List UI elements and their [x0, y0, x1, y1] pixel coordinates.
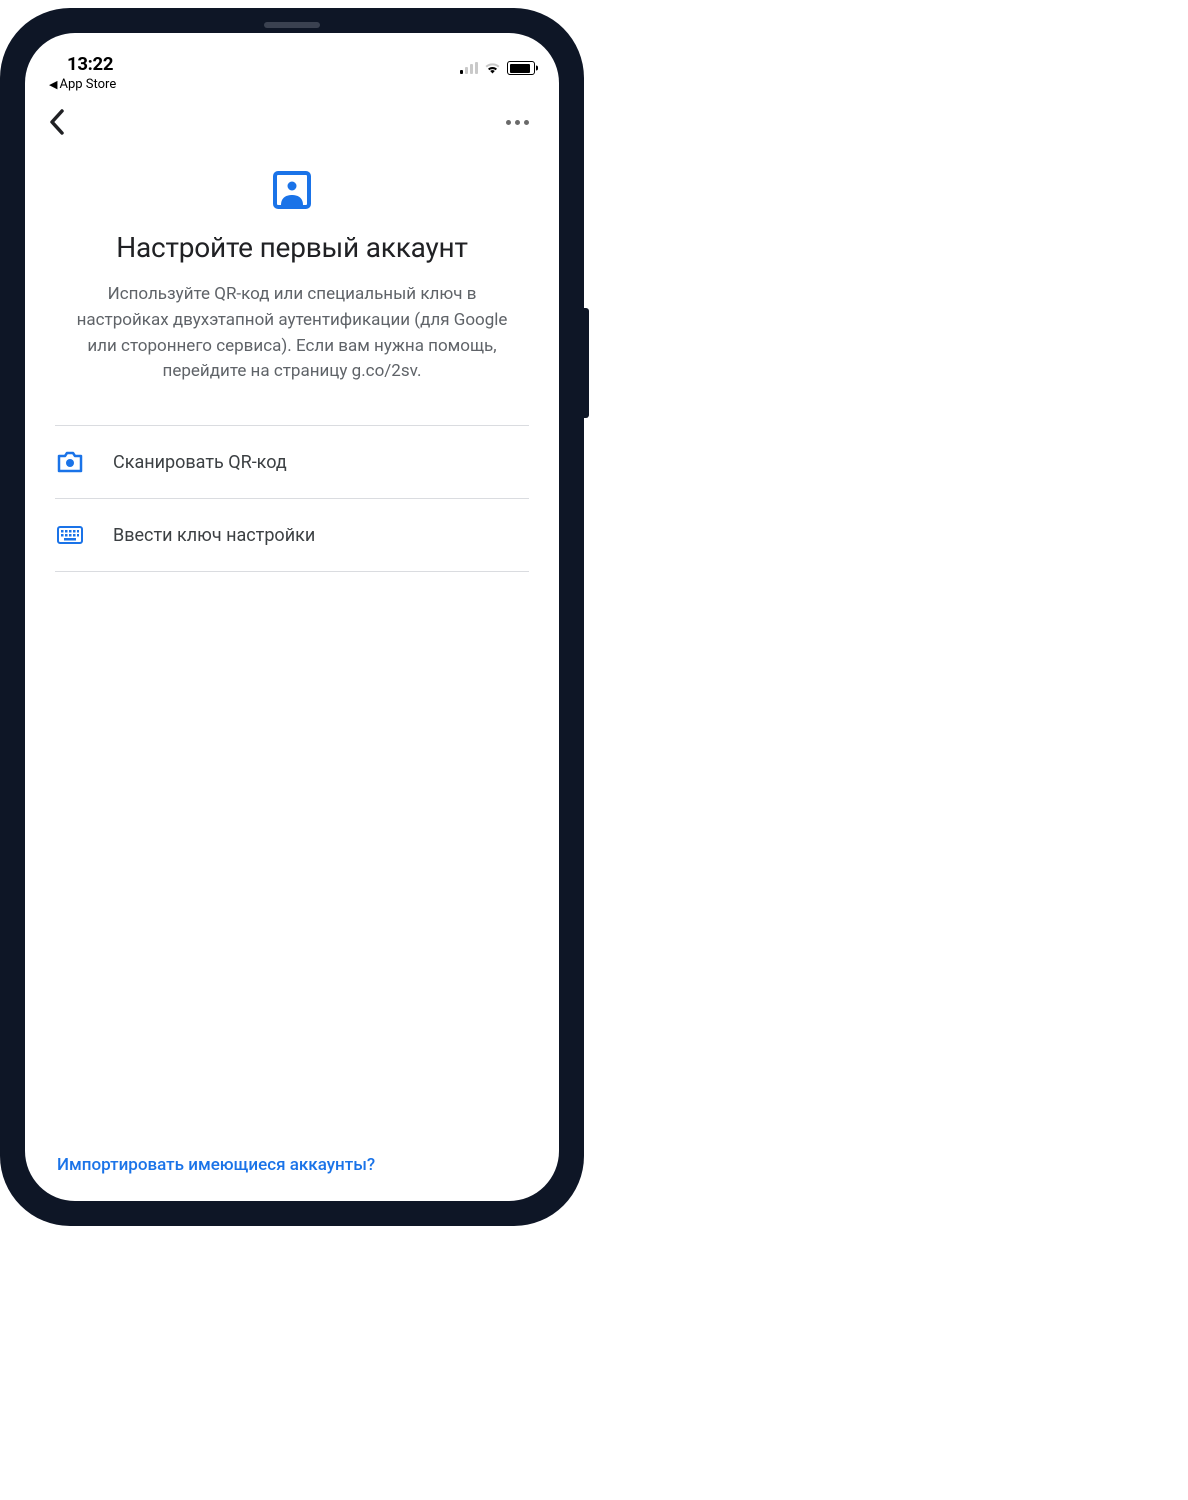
account-box-icon: [55, 171, 529, 209]
phone-frame: 13:22 ◀ App Store: [0, 8, 584, 1226]
status-right: [460, 53, 535, 75]
option-list: Сканировать QR-код: [55, 425, 529, 572]
page-title: Настройте первый аккаунт: [55, 231, 529, 264]
keyboard-icon: [57, 523, 83, 547]
back-to-app-link[interactable]: ◀ App Store: [49, 77, 116, 92]
scan-qr-label: Сканировать QR-код: [113, 452, 287, 473]
back-to-app-label: App Store: [59, 77, 116, 92]
phone-speaker-grille: [264, 22, 320, 28]
status-time: 13:22: [49, 53, 113, 75]
status-bar: 13:22 ◀ App Store: [25, 33, 559, 95]
battery-icon: [507, 61, 535, 75]
scan-qr-option[interactable]: Сканировать QR-код: [55, 426, 529, 499]
page-description: Используйте QR-код или специальный ключ …: [55, 282, 529, 385]
wifi-icon: [484, 62, 501, 75]
phone-power-button: [584, 308, 589, 418]
more-options-button[interactable]: [500, 114, 535, 131]
back-to-app-arrow-icon: ◀: [49, 78, 57, 91]
more-dot-icon: [506, 120, 511, 125]
camera-icon: [57, 450, 83, 474]
footer: Импортировать имеющиеся аккаунты?: [25, 1137, 559, 1201]
cellular-signal-icon: [460, 62, 478, 74]
phone-screen: 13:22 ◀ App Store: [25, 33, 559, 1201]
main-content: Настройте первый аккаунт Используйте QR-…: [25, 145, 559, 1137]
status-left: 13:22 ◀ App Store: [49, 53, 116, 92]
enter-key-option[interactable]: Ввести ключ настройки: [55, 499, 529, 572]
import-accounts-link[interactable]: Импортировать имеющиеся аккаунты?: [57, 1155, 375, 1175]
enter-key-label: Ввести ключ настройки: [113, 525, 315, 546]
more-dot-icon: [524, 120, 529, 125]
more-dot-icon: [515, 120, 520, 125]
nav-bar: [25, 95, 559, 145]
back-button[interactable]: [49, 109, 65, 135]
